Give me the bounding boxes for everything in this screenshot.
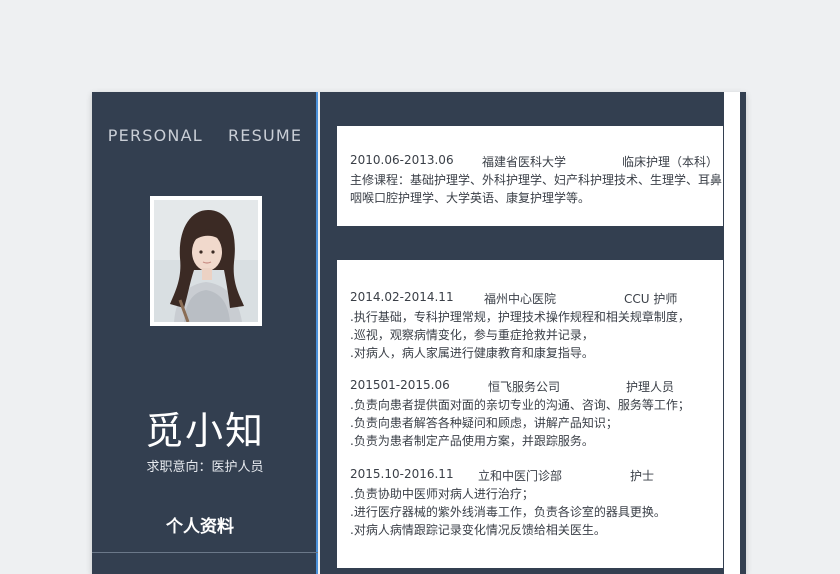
candidate-name: 觅小知 xyxy=(144,409,265,453)
education-courses-line: 主修课程：基础护理学、外科护理学、妇产科护理技术、生理学、耳鼻 xyxy=(350,173,723,187)
experience-org: 福州中心医院 xyxy=(484,292,557,306)
job-intent: 求职意向：医护人员 xyxy=(146,460,264,475)
profile-photo-frame xyxy=(150,196,262,326)
experience-duty: .负责向患者解答各种疑问和顾虑，讲解产品知识； xyxy=(350,416,618,430)
experience-period: 201501-2015.06 xyxy=(350,378,450,392)
experience-duty: .负责为患者制定产品使用方案，并跟踪服务。 xyxy=(350,434,594,448)
personal-resume-heading: PERSONAL RESUME xyxy=(107,126,303,145)
experience-org: 立和中医门诊部 xyxy=(478,469,563,483)
experience-duty: .负责协助中医师对病人进行治疗； xyxy=(350,487,534,501)
experience-header-bar xyxy=(336,226,724,260)
experience-duty: .进行医疗器械的紫外线消毒工作，负责各诊室的器具更换。 xyxy=(350,505,666,519)
experience-role: 护士 xyxy=(630,469,655,483)
experience-duty: .对病人，病人家属进行健康教育和康复指导。 xyxy=(350,346,594,360)
sidebar-accent-rule xyxy=(316,92,318,574)
experience-duty: .巡视，观察病情变化，参与重症抢救并记录， xyxy=(350,328,594,342)
education-school: 福建省医科大学 xyxy=(482,155,567,169)
education-period: 2010.06-2013.06 xyxy=(350,153,454,167)
profile-photo xyxy=(154,200,258,322)
experience-duty: .负责向患者提供面对面的亲切专业的沟通、咨询、服务等工作； xyxy=(350,398,690,412)
sidebar-divider xyxy=(92,552,318,553)
personal-info-title: 个人资料 xyxy=(166,517,234,537)
right-edge-band xyxy=(740,92,746,574)
education-major: 临床护理（本科） xyxy=(622,155,719,169)
experience-role: 护理人员 xyxy=(626,380,675,394)
experience-period: 2014.02-2014.11 xyxy=(350,290,454,304)
left-sidebar xyxy=(92,92,318,574)
experience-duty: .对病人病情跟踪记录变化情况反馈给相关医生。 xyxy=(350,523,606,537)
profile-photo-illustration xyxy=(154,200,258,322)
experience-period: 2015.10-2016.11 xyxy=(350,467,454,481)
education-courses-line: 咽喉口腔护理学、大学英语、康复护理学等。 xyxy=(350,191,591,205)
experience-role: CCU 护师 xyxy=(624,292,678,306)
content-gutter xyxy=(320,92,336,574)
education-header-bar xyxy=(336,92,724,126)
experience-org: 恒飞服务公司 xyxy=(488,380,561,394)
experience-duty: .执行基础，专科护理常规，护理技术操作规程和相关规章制度， xyxy=(350,310,690,324)
footer-bar xyxy=(336,568,724,574)
